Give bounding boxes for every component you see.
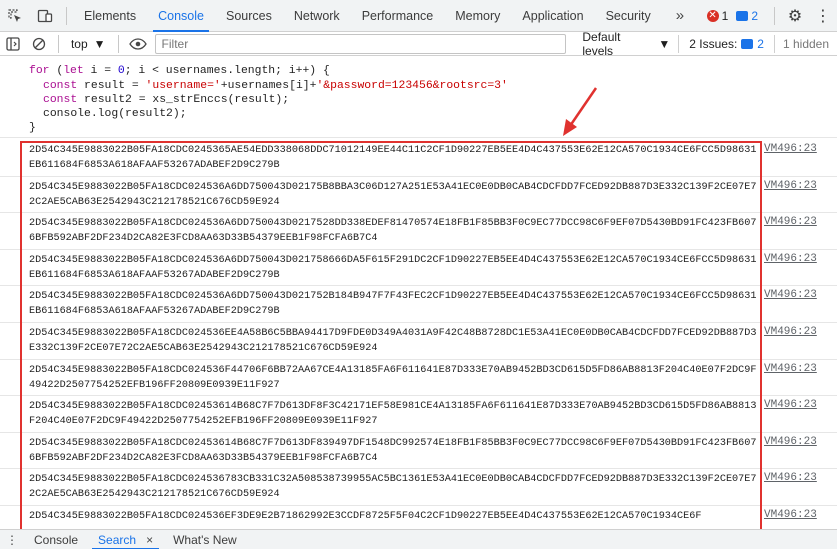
- context-selector[interactable]: top ▼: [65, 37, 112, 51]
- code-line-2: const result = 'username='+usernames[i]+…: [43, 80, 508, 92]
- log-levels-dropdown[interactable]: Default levels ▼: [574, 29, 678, 58]
- hidden-count: 1 hidden: [782, 36, 830, 51]
- console-message: 2D54C345E9883022B05FA18CDC02453614B68C7F…: [0, 396, 837, 433]
- tab-console[interactable]: Console: [147, 0, 215, 32]
- divider: [117, 34, 119, 53]
- device-toolbar-icon[interactable]: [30, 0, 60, 32]
- tab-application[interactable]: Application: [511, 0, 594, 32]
- filter-input[interactable]: Filter: [154, 33, 567, 54]
- console-message: 2D54C345E9883022B05FA18CDC024536A6DD7500…: [0, 177, 837, 214]
- console-toolbar: top ▼ Filter Default levels ▼ 2 Issues: …: [0, 29, 837, 58]
- source-link[interactable]: VM496:23: [764, 143, 817, 155]
- drawer-tab-search-label: Search: [98, 532, 137, 547]
- console-message: 2D54C345E9883022B05FA18CDC024536F44706F6…: [0, 360, 837, 397]
- message-text: 2D54C345E9883022B05FA18CDC024536783CB331…: [29, 474, 757, 501]
- issue-icon: [736, 10, 749, 21]
- issues-label: 2 Issues:: [689, 36, 738, 51]
- console-message: 2D54C345E9883022B05FA18CDC024536A6DD7500…: [0, 286, 837, 323]
- drawer-tab-console[interactable]: Console: [24, 530, 88, 549]
- message-text: 2D54C345E9883022B05FA18CDC024536A6DD7500…: [29, 254, 757, 281]
- code-echo: for (let i = 0; i < usernames.length; i+…: [0, 56, 837, 138]
- message-text: 2D54C345E9883022B05FA18CDC0245365AE54EDD…: [29, 145, 757, 171]
- levels-label: Default levels: [582, 29, 621, 58]
- sidebar-toggle-icon[interactable]: [0, 32, 26, 56]
- live-expression-eye-icon[interactable]: [125, 32, 151, 56]
- code-line-1: for (let i = 0; i < usernames.length; i+…: [29, 65, 330, 77]
- source-link[interactable]: VM496:23: [764, 399, 817, 411]
- message-text: 2D54C345E9883022B05FA18CDC024536F44706F6…: [29, 364, 757, 391]
- console-output[interactable]: for (let i = 0; i < usernames.length; i+…: [0, 56, 837, 529]
- source-link[interactable]: VM496:23: [764, 509, 817, 521]
- message-text: 2D54C345E9883022B05FA18CDC02453614B68C7F…: [29, 437, 757, 464]
- divider: [774, 6, 775, 25]
- source-link[interactable]: VM496:23: [764, 216, 817, 228]
- tab-network[interactable]: Network: [283, 0, 351, 32]
- issues-counter[interactable]: 2: [736, 9, 758, 23]
- error-icon: ✕: [706, 9, 719, 22]
- source-link[interactable]: VM496:23: [764, 180, 817, 192]
- divider: [57, 34, 59, 53]
- console-message: 2D54C345E9883022B05FA18CDC024536EE4A58B6…: [0, 323, 837, 360]
- console-message: 2D54C345E9883022B05FA18CDC024536A6DD7500…: [0, 250, 837, 287]
- console-message: 2D54C345E9883022B05FA18CDC02453614B68C7F…: [0, 433, 837, 470]
- code-line-3: const result2 = xs_strEnccs(result);: [43, 94, 290, 106]
- settings-gear-icon[interactable]: ⚙: [781, 6, 809, 26]
- tab-elements[interactable]: Elements: [73, 0, 147, 32]
- issue-count: 2: [751, 8, 758, 23]
- bottom-drawer: ⋮ Console Search × What's New: [0, 529, 837, 549]
- more-tabs-icon[interactable]: »: [662, 7, 698, 24]
- inspect-element-icon[interactable]: [0, 0, 30, 32]
- message-text: 2D54C345E9883022B05FA18CDC024536A6DD7500…: [29, 291, 757, 318]
- clear-console-icon[interactable]: [26, 32, 52, 56]
- error-counter[interactable]: ✕ 1: [706, 8, 729, 23]
- console-message: 2D54C345E9883022B05FA18CDC024536783CB331…: [0, 469, 837, 506]
- issues-button[interactable]: 2 Issues: 2: [679, 37, 774, 51]
- message-text: 2D54C345E9883022B05FA18CDC024536A6DD7500…: [29, 181, 757, 208]
- source-link[interactable]: VM496:23: [764, 253, 817, 265]
- message-text: 2D54C345E9883022B05FA18CDC02453614B68C7F…: [29, 401, 757, 428]
- console-message: 2D54C345E9883022B05FA18CDC024536A6DD7500…: [0, 213, 837, 250]
- message-text: 2D54C345E9883022B05FA18CDC024536A6DD7500…: [29, 218, 757, 245]
- source-link[interactable]: VM496:23: [764, 289, 817, 301]
- source-link[interactable]: VM496:23: [764, 436, 817, 448]
- message-text: 2D54C345E9883022B05FA18CDC024536EF3DE9E2…: [29, 511, 702, 522]
- source-link[interactable]: VM496:23: [764, 472, 817, 484]
- tab-sources[interactable]: Sources: [215, 0, 283, 32]
- issues-count: 2: [757, 36, 764, 51]
- tab-memory[interactable]: Memory: [444, 0, 511, 32]
- source-link[interactable]: VM496:23: [764, 363, 817, 375]
- devtools-tabbar: Elements Console Sources Network Perform…: [0, 0, 837, 32]
- more-options-icon[interactable]: ⋮: [809, 6, 837, 26]
- issue-icon: [741, 38, 754, 49]
- close-icon[interactable]: ×: [146, 533, 153, 547]
- tab-performance[interactable]: Performance: [351, 0, 445, 32]
- console-message: 2D54C345E9883022B05FA18CDC0245365AE54EDD…: [0, 140, 837, 177]
- code-line-4: console.log(result2);: [43, 108, 187, 120]
- tab-security[interactable]: Security: [595, 0, 662, 32]
- message-text: 2D54C345E9883022B05FA18CDC024536EE4A58B6…: [29, 328, 757, 354]
- dropdown-arrow-icon: ▼: [93, 36, 106, 51]
- drawer-tab-search[interactable]: Search ×: [88, 530, 163, 549]
- drawer-tab-whats-new[interactable]: What's New: [163, 530, 247, 549]
- divider: [66, 6, 67, 25]
- drawer-menu-icon[interactable]: ⋮: [0, 533, 24, 547]
- source-link[interactable]: VM496:23: [764, 326, 817, 338]
- context-label: top: [70, 36, 88, 51]
- code-line-5: }: [29, 122, 36, 134]
- console-message: 2D54C345E9883022B05FA18CDC024536EF3DE9E2…: [0, 506, 837, 529]
- error-count: 1: [721, 8, 729, 23]
- dropdown-arrow-icon: ▼: [658, 36, 671, 51]
